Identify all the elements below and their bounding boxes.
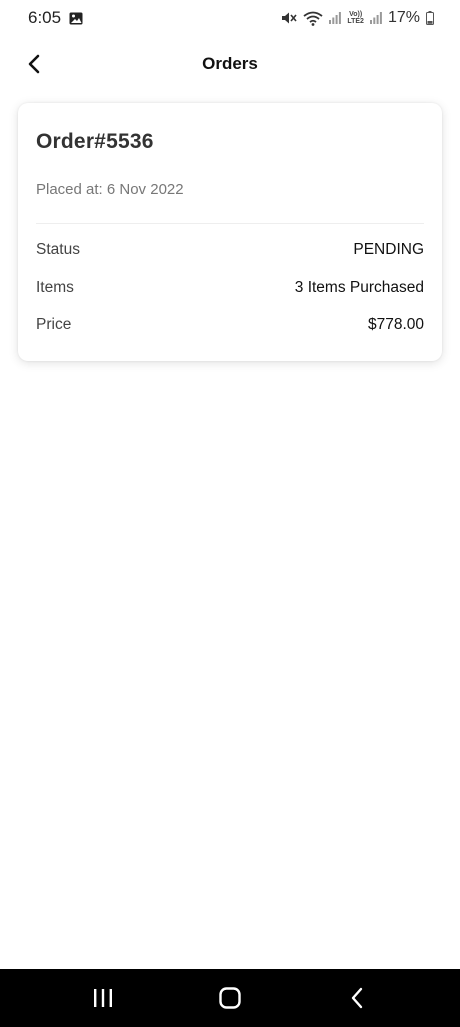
chevron-left-icon (28, 54, 40, 74)
items-row: Items 3 Items Purchased (36, 277, 424, 299)
battery-icon (426, 11, 434, 25)
status-label: Status (36, 241, 80, 258)
home-icon (219, 987, 241, 1009)
price-label: Price (36, 316, 72, 333)
status-left: 6:05 (28, 8, 83, 28)
orders-screen: 6:05 Vo)) LTE2 17% Orders Order#5536 Pla… (0, 0, 460, 1027)
system-nav-bar (0, 969, 460, 1027)
signal-icon-2 (369, 12, 382, 24)
lte2-label: LTE2 (347, 18, 364, 25)
volte-label: Vo)) (349, 11, 363, 18)
mute-icon (281, 11, 297, 25)
signal-icon (329, 12, 342, 24)
gallery-icon (69, 12, 83, 25)
system-back-button[interactable] (327, 978, 387, 1018)
recents-icon (94, 989, 113, 1007)
order-card[interactable]: Order#5536 Placed at: 6 Nov 2022 Status … (18, 103, 442, 361)
status-right: Vo)) LTE2 17% (281, 9, 434, 27)
status-bar: 6:05 Vo)) LTE2 17% (0, 0, 460, 36)
price-row: Price $778.00 (36, 314, 424, 336)
card-divider (36, 223, 424, 224)
items-value: 3 Items Purchased (294, 279, 424, 296)
back-icon (351, 987, 362, 1009)
home-button[interactable] (200, 978, 260, 1018)
battery-percent: 17% (387, 9, 420, 26)
status-value: PENDING (353, 241, 424, 258)
wifi-icon (303, 11, 323, 26)
price-value: $778.00 (367, 316, 424, 333)
volte-lte2-icon: Vo)) LTE2 (347, 11, 364, 25)
status-row: Status PENDING (36, 239, 424, 261)
recents-button[interactable] (73, 978, 133, 1018)
page-title: Orders (202, 54, 258, 73)
order-placed-date: Placed at: 6 Nov 2022 (36, 181, 184, 198)
order-number: Order#5536 (36, 130, 154, 153)
app-header: Orders (0, 44, 460, 84)
status-time: 6:05 (28, 8, 62, 27)
back-button[interactable] (20, 50, 48, 78)
items-label: Items (36, 279, 74, 296)
